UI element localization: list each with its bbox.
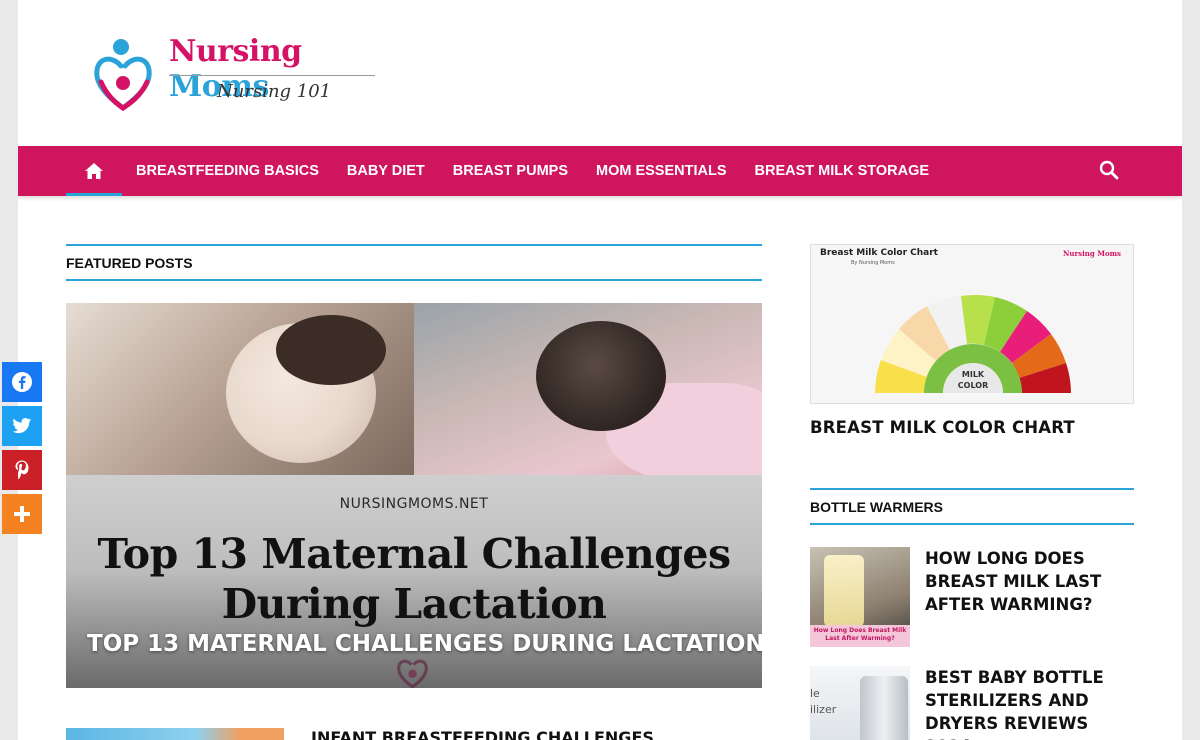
pinterest-icon [15, 460, 29, 480]
twitter-icon [12, 418, 32, 434]
featured-post-card[interactable]: NURSINGMOMS.NET Top 13 Maternal Challeng… [66, 303, 762, 688]
featured-image-site-label: NURSINGMOMS.NET [339, 496, 489, 512]
more-share-button[interactable] [2, 494, 42, 534]
post-thumbnail[interactable] [66, 728, 284, 740]
page: Nursing Moms Nursing 101 BREASTFEEDING B… [18, 0, 1182, 740]
home-icon [85, 163, 103, 179]
site-logo[interactable]: Nursing Moms Nursing 101 [93, 34, 393, 114]
bottle-warmers-heading: BOTTLE WARMERS [810, 488, 1134, 525]
nav-item-breast-milk-storage[interactable]: BREAST MILK STORAGE [755, 163, 930, 179]
sidebar-post-thumbnail[interactable]: How Long Does Breast Milk Last After War… [810, 547, 910, 647]
milk-color-chart-image[interactable]: Breast Milk Color Chart By Nursing Moms … [810, 244, 1134, 404]
logo-divider [169, 75, 375, 76]
nav-menu: BREASTFEEDING BASICS BABY DIET BREAST PUMP… [136, 146, 957, 196]
featured-post-title[interactable]: TOP 13 MATERNAL CHALLENGES DURING LACTAT… [87, 631, 762, 657]
logo-heart-icon [94, 39, 152, 112]
main-navigation: BREASTFEEDING BASICS BABY DIET BREAST PUMP… [18, 146, 1182, 196]
facebook-icon [12, 372, 32, 392]
pinterest-share-button[interactable] [2, 450, 42, 490]
svg-text:MILK: MILK [962, 370, 985, 379]
nav-item-breast-pumps[interactable]: BREAST PUMPS [453, 163, 568, 179]
sidebar-post-title[interactable]: HOW LONG DOES BREAST MILK LAST AFTER WAR… [925, 547, 1135, 616]
nav-item-baby-diet[interactable]: BABY DIET [347, 163, 425, 179]
nav-home-link[interactable] [66, 146, 122, 196]
post-title[interactable]: INFANT BREASTFEEDING CHALLENGES [311, 728, 654, 740]
svg-text:COLOR: COLOR [958, 381, 988, 390]
featured-posts-heading: FEATURED POSTS [66, 244, 762, 281]
facebook-share-button[interactable] [2, 362, 42, 402]
search-button[interactable] [1098, 159, 1122, 183]
milk-color-wheel-graphic: MILK COLOR [875, 294, 1071, 393]
twitter-share-button[interactable] [2, 406, 42, 446]
sidebar-post-title[interactable]: BEST BABY BOTTLE STERILIZERS AND DRYERS … [925, 666, 1135, 740]
search-icon [1099, 160, 1119, 180]
featured-image-title: Top 13 Maternal Challenges During Lactat… [97, 530, 731, 628]
sidebar-post-thumbnail[interactable]: le ilizer [810, 666, 910, 740]
sidebar-post-title[interactable]: BREAST MILK COLOR CHART [810, 418, 1075, 437]
logo-tagline: Nursing 101 [217, 81, 332, 102]
site-header: Nursing Moms Nursing 101 [18, 0, 1182, 146]
plus-icon [14, 506, 30, 522]
nav-item-breastfeeding-basics[interactable]: BREASTFEEDING BASICS [136, 163, 319, 179]
nav-item-mom-essentials[interactable]: MOM ESSENTIALS [596, 163, 727, 179]
